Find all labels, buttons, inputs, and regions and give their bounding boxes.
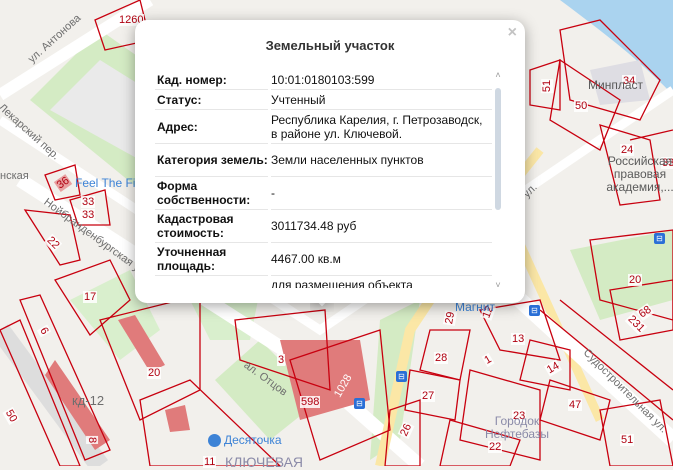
scrollbar-thumb[interactable] [495,88,501,210]
bus-stop-icon[interactable]: ⊟ [654,233,665,244]
row-value: Земли населенных пунктов [271,144,492,177]
row-value: для размещения объекта [271,276,492,288]
parcel-label[interactable]: 598 [300,396,321,408]
row-label: Кадастровая стоимость: [155,210,268,243]
bus-stop-icon[interactable]: ⊟ [354,398,365,409]
info-row: Кад. номер: 10:01:0180103:599 [155,70,492,90]
parcel-label[interactable]: 11 [203,456,217,468]
row-label: Уточненная площадь: [155,243,268,276]
scroll-up-icon[interactable]: ˄ [493,70,503,80]
info-row: Адрес: Республика Карелия, г. Петрозаводс… [155,110,492,144]
row-value: Республика Карелия, г. Петрозаводск, в р… [271,110,492,144]
parcel-label[interactable]: 17 [83,291,98,303]
street-label: кд-12 [72,393,105,408]
info-row: Кадастровая стоимость: 3011734.48 руб [155,210,492,243]
parcel-label[interactable]: 27 [421,390,436,402]
row-label: Адрес: [155,110,268,144]
row-value: 4467.00 кв.м [271,243,492,276]
parcel-label[interactable]: 20 [628,274,643,286]
row-label: Кад. номер: [155,70,268,90]
info-row: Разрешенноедля размещения объекта [155,276,492,288]
info-row: Статус: Учтенный [155,90,492,110]
parcel-label[interactable]: 33 [81,196,96,208]
row-label: Разрешенное [155,276,268,288]
scroll-down-icon[interactable]: ˅ [493,280,503,290]
row-value: Учтенный [271,90,492,110]
poi-minplast[interactable]: Минпласт [588,79,643,92]
parcel-info-table[interactable]: Кад. номер: 10:01:0180103:599 Статус: Учте… [155,70,492,288]
popup-scrollbar[interactable]: ˄ ˅ [493,70,503,290]
row-value: - [271,177,492,210]
parcel-label[interactable]: 51 [541,78,554,94]
parcel-label[interactable]: 28 [434,352,449,364]
parcel-label[interactable]: 3 [277,354,286,366]
poi-desyatochka[interactable]: Десяточка [208,433,282,448]
parcel-label[interactable]: 8 [86,435,99,445]
district-label: Городок Нефтебазы [484,414,550,441]
parcel-label[interactable]: 20 [147,367,162,379]
shop-icon [208,434,221,448]
parcel-info-popup: × Земельный участок Кад. номер: 10:01:018… [135,20,525,303]
parcel-label[interactable]: 13 [511,333,526,345]
parcel-label[interactable]: 33 [81,209,96,221]
row-label: Форма собственности: [155,177,268,210]
street-label: нская [0,170,29,182]
bus-stop-icon[interactable]: ⊟ [529,305,540,316]
parcel-label[interactable]: 51 [620,434,635,446]
parcel-label[interactable]: 47 [568,399,583,411]
poi-label: Десяточка [224,433,282,447]
bus-stop-icon[interactable]: ⊟ [396,371,407,382]
parcel-label[interactable]: 50 [574,100,589,112]
parcel-label[interactable]: 22 [488,441,503,453]
row-label: Статус: [155,90,268,110]
row-label: Категория земель: [155,144,268,177]
info-row: Категория земель: Земли населенных пункто… [155,144,492,177]
row-value: 10:01:0180103:599 [271,70,492,90]
poi-academy[interactable]: Российская правовая академия,... [605,155,673,194]
street-label: КЛЮЧЕВАЯ [225,454,304,470]
row-value: 3011734.48 руб [271,210,492,243]
popup-title: Земельный участок [265,38,395,53]
info-row: Форма собственности: - [155,177,492,210]
info-row: Уточненная площадь: 4467.00 кв.м [155,243,492,276]
